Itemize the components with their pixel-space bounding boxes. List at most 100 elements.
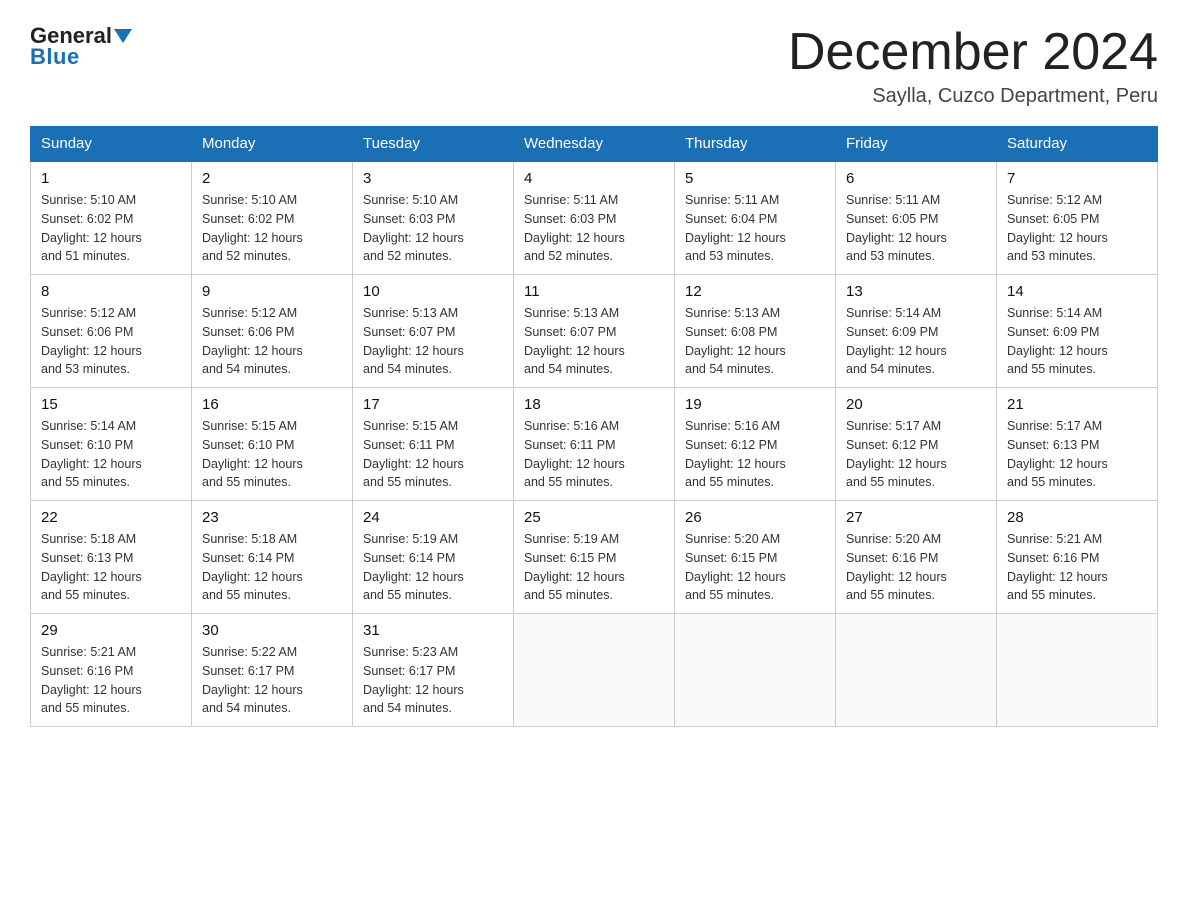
day-info: Sunrise: 5:11 AMSunset: 6:04 PMDaylight:… [685, 193, 786, 263]
day-info: Sunrise: 5:10 AMSunset: 6:03 PMDaylight:… [363, 193, 464, 263]
day-number: 14 [1007, 283, 1147, 300]
day-info: Sunrise: 5:20 AMSunset: 6:15 PMDaylight:… [685, 532, 786, 602]
calendar-cell: 22 Sunrise: 5:18 AMSunset: 6:13 PMDaylig… [31, 501, 192, 614]
day-number: 30 [202, 622, 342, 639]
calendar-cell: 15 Sunrise: 5:14 AMSunset: 6:10 PMDaylig… [31, 388, 192, 501]
day-info: Sunrise: 5:21 AMSunset: 6:16 PMDaylight:… [41, 645, 142, 715]
calendar-cell: 13 Sunrise: 5:14 AMSunset: 6:09 PMDaylig… [836, 275, 997, 388]
calendar-cell: 3 Sunrise: 5:10 AMSunset: 6:03 PMDayligh… [353, 161, 514, 275]
day-number: 21 [1007, 396, 1147, 413]
calendar-cell: 4 Sunrise: 5:11 AMSunset: 6:03 PMDayligh… [514, 161, 675, 275]
day-number: 13 [846, 283, 986, 300]
calendar-cell: 29 Sunrise: 5:21 AMSunset: 6:16 PMDaylig… [31, 614, 192, 727]
day-info: Sunrise: 5:12 AMSunset: 6:05 PMDaylight:… [1007, 193, 1108, 263]
day-number: 8 [41, 283, 181, 300]
day-number: 24 [363, 509, 503, 526]
col-header-friday: Friday [836, 127, 997, 162]
calendar-cell: 16 Sunrise: 5:15 AMSunset: 6:10 PMDaylig… [192, 388, 353, 501]
day-info: Sunrise: 5:11 AMSunset: 6:05 PMDaylight:… [846, 193, 947, 263]
calendar-cell: 11 Sunrise: 5:13 AMSunset: 6:07 PMDaylig… [514, 275, 675, 388]
day-number: 26 [685, 509, 825, 526]
day-info: Sunrise: 5:12 AMSunset: 6:06 PMDaylight:… [41, 306, 142, 376]
day-info: Sunrise: 5:18 AMSunset: 6:14 PMDaylight:… [202, 532, 303, 602]
day-info: Sunrise: 5:14 AMSunset: 6:09 PMDaylight:… [846, 306, 947, 376]
calendar-cell: 27 Sunrise: 5:20 AMSunset: 6:16 PMDaylig… [836, 501, 997, 614]
calendar-week-row: 15 Sunrise: 5:14 AMSunset: 6:10 PMDaylig… [31, 388, 1158, 501]
calendar-cell: 26 Sunrise: 5:20 AMSunset: 6:15 PMDaylig… [675, 501, 836, 614]
calendar-cell: 19 Sunrise: 5:16 AMSunset: 6:12 PMDaylig… [675, 388, 836, 501]
day-info: Sunrise: 5:23 AMSunset: 6:17 PMDaylight:… [363, 645, 464, 715]
logo-blue: Blue [30, 44, 80, 70]
day-number: 2 [202, 170, 342, 187]
day-number: 16 [202, 396, 342, 413]
day-info: Sunrise: 5:17 AMSunset: 6:13 PMDaylight:… [1007, 419, 1108, 489]
day-number: 28 [1007, 509, 1147, 526]
day-number: 31 [363, 622, 503, 639]
col-header-wednesday: Wednesday [514, 127, 675, 162]
day-number: 12 [685, 283, 825, 300]
calendar-cell: 17 Sunrise: 5:15 AMSunset: 6:11 PMDaylig… [353, 388, 514, 501]
day-info: Sunrise: 5:14 AMSunset: 6:09 PMDaylight:… [1007, 306, 1108, 376]
logo-triangle-icon [114, 29, 132, 43]
title-block: December 2024 Saylla, Cuzco Department, … [788, 24, 1158, 108]
calendar-header-row: SundayMondayTuesdayWednesdayThursdayFrid… [31, 127, 1158, 162]
day-number: 6 [846, 170, 986, 187]
page-header: General Blue December 2024 Saylla, Cuzco… [30, 24, 1158, 108]
calendar-cell: 6 Sunrise: 5:11 AMSunset: 6:05 PMDayligh… [836, 161, 997, 275]
calendar-cell: 23 Sunrise: 5:18 AMSunset: 6:14 PMDaylig… [192, 501, 353, 614]
month-title: December 2024 [788, 24, 1158, 81]
calendar-cell [997, 614, 1158, 727]
calendar-cell: 8 Sunrise: 5:12 AMSunset: 6:06 PMDayligh… [31, 275, 192, 388]
day-info: Sunrise: 5:19 AMSunset: 6:15 PMDaylight:… [524, 532, 625, 602]
day-number: 17 [363, 396, 503, 413]
col-header-tuesday: Tuesday [353, 127, 514, 162]
col-header-sunday: Sunday [31, 127, 192, 162]
calendar-cell: 18 Sunrise: 5:16 AMSunset: 6:11 PMDaylig… [514, 388, 675, 501]
day-info: Sunrise: 5:18 AMSunset: 6:13 PMDaylight:… [41, 532, 142, 602]
day-info: Sunrise: 5:17 AMSunset: 6:12 PMDaylight:… [846, 419, 947, 489]
calendar-cell: 25 Sunrise: 5:19 AMSunset: 6:15 PMDaylig… [514, 501, 675, 614]
day-info: Sunrise: 5:21 AMSunset: 6:16 PMDaylight:… [1007, 532, 1108, 602]
calendar-cell: 21 Sunrise: 5:17 AMSunset: 6:13 PMDaylig… [997, 388, 1158, 501]
day-info: Sunrise: 5:19 AMSunset: 6:14 PMDaylight:… [363, 532, 464, 602]
day-number: 19 [685, 396, 825, 413]
day-number: 9 [202, 283, 342, 300]
day-number: 18 [524, 396, 664, 413]
day-number: 15 [41, 396, 181, 413]
calendar-week-row: 29 Sunrise: 5:21 AMSunset: 6:16 PMDaylig… [31, 614, 1158, 727]
logo: General Blue [30, 24, 132, 70]
day-number: 29 [41, 622, 181, 639]
calendar-cell: 5 Sunrise: 5:11 AMSunset: 6:04 PMDayligh… [675, 161, 836, 275]
day-info: Sunrise: 5:12 AMSunset: 6:06 PMDaylight:… [202, 306, 303, 376]
day-info: Sunrise: 5:14 AMSunset: 6:10 PMDaylight:… [41, 419, 142, 489]
day-number: 27 [846, 509, 986, 526]
day-info: Sunrise: 5:13 AMSunset: 6:08 PMDaylight:… [685, 306, 786, 376]
calendar-cell: 10 Sunrise: 5:13 AMSunset: 6:07 PMDaylig… [353, 275, 514, 388]
calendar-week-row: 1 Sunrise: 5:10 AMSunset: 6:02 PMDayligh… [31, 161, 1158, 275]
calendar-cell: 12 Sunrise: 5:13 AMSunset: 6:08 PMDaylig… [675, 275, 836, 388]
calendar-week-row: 22 Sunrise: 5:18 AMSunset: 6:13 PMDaylig… [31, 501, 1158, 614]
day-number: 25 [524, 509, 664, 526]
calendar-cell [836, 614, 997, 727]
col-header-thursday: Thursday [675, 127, 836, 162]
day-number: 20 [846, 396, 986, 413]
calendar-cell: 2 Sunrise: 5:10 AMSunset: 6:02 PMDayligh… [192, 161, 353, 275]
day-number: 7 [1007, 170, 1147, 187]
day-number: 5 [685, 170, 825, 187]
day-info: Sunrise: 5:22 AMSunset: 6:17 PMDaylight:… [202, 645, 303, 715]
calendar-cell: 20 Sunrise: 5:17 AMSunset: 6:12 PMDaylig… [836, 388, 997, 501]
day-info: Sunrise: 5:16 AMSunset: 6:12 PMDaylight:… [685, 419, 786, 489]
calendar-cell: 30 Sunrise: 5:22 AMSunset: 6:17 PMDaylig… [192, 614, 353, 727]
calendar-week-row: 8 Sunrise: 5:12 AMSunset: 6:06 PMDayligh… [31, 275, 1158, 388]
day-number: 23 [202, 509, 342, 526]
day-number: 3 [363, 170, 503, 187]
day-number: 1 [41, 170, 181, 187]
day-info: Sunrise: 5:10 AMSunset: 6:02 PMDaylight:… [202, 193, 303, 263]
day-info: Sunrise: 5:13 AMSunset: 6:07 PMDaylight:… [363, 306, 464, 376]
day-number: 11 [524, 283, 664, 300]
day-number: 22 [41, 509, 181, 526]
calendar-table: SundayMondayTuesdayWednesdayThursdayFrid… [30, 126, 1158, 727]
calendar-cell: 31 Sunrise: 5:23 AMSunset: 6:17 PMDaylig… [353, 614, 514, 727]
col-header-monday: Monday [192, 127, 353, 162]
day-info: Sunrise: 5:15 AMSunset: 6:10 PMDaylight:… [202, 419, 303, 489]
